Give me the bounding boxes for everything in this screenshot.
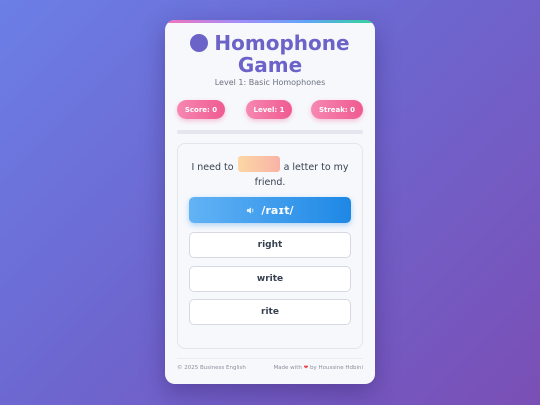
option-button[interactable]: right xyxy=(189,232,351,258)
heart-icon: ❤ xyxy=(303,365,309,371)
pronunciation-text: /raɪt/ xyxy=(261,203,294,217)
footer-divider xyxy=(177,358,363,359)
accent-bar xyxy=(165,20,375,23)
made-with-suffix: by Houssine Hdbini xyxy=(309,365,363,371)
blob-icon xyxy=(190,34,209,52)
progress-bar xyxy=(177,130,363,134)
level-badge: Level: 1 xyxy=(246,100,292,119)
option-button[interactable]: rite xyxy=(189,299,351,325)
question-sentence: I need to a letter to my friend. xyxy=(186,156,354,190)
sentence-before: I need to xyxy=(191,162,234,173)
page-title: Homophone Game xyxy=(165,32,375,76)
game-card: Homophone Game Level 1: Basic Homophones… xyxy=(165,20,375,384)
title-line-2: Game xyxy=(237,53,303,77)
speaker-icon xyxy=(247,206,254,214)
question-panel: I need to a letter to my friend. /raɪt/ r… xyxy=(177,143,363,349)
copyright-text: © 2025 Business English xyxy=(177,365,246,371)
score-badge: Score: 0 xyxy=(177,100,225,119)
option-button[interactable]: write xyxy=(189,266,351,292)
title-line-1: Homophone xyxy=(214,31,350,55)
made-with-prefix: Made with xyxy=(273,365,302,371)
level-subtitle: Level 1: Basic Homophones xyxy=(214,78,326,87)
streak-badge: Streak: 0 xyxy=(311,100,363,119)
play-pronunciation-button[interactable]: /raɪt/ xyxy=(189,197,351,223)
answer-blank xyxy=(237,156,280,172)
made-with-credit: Made with ❤ by Houssine Hdbini xyxy=(273,365,363,371)
